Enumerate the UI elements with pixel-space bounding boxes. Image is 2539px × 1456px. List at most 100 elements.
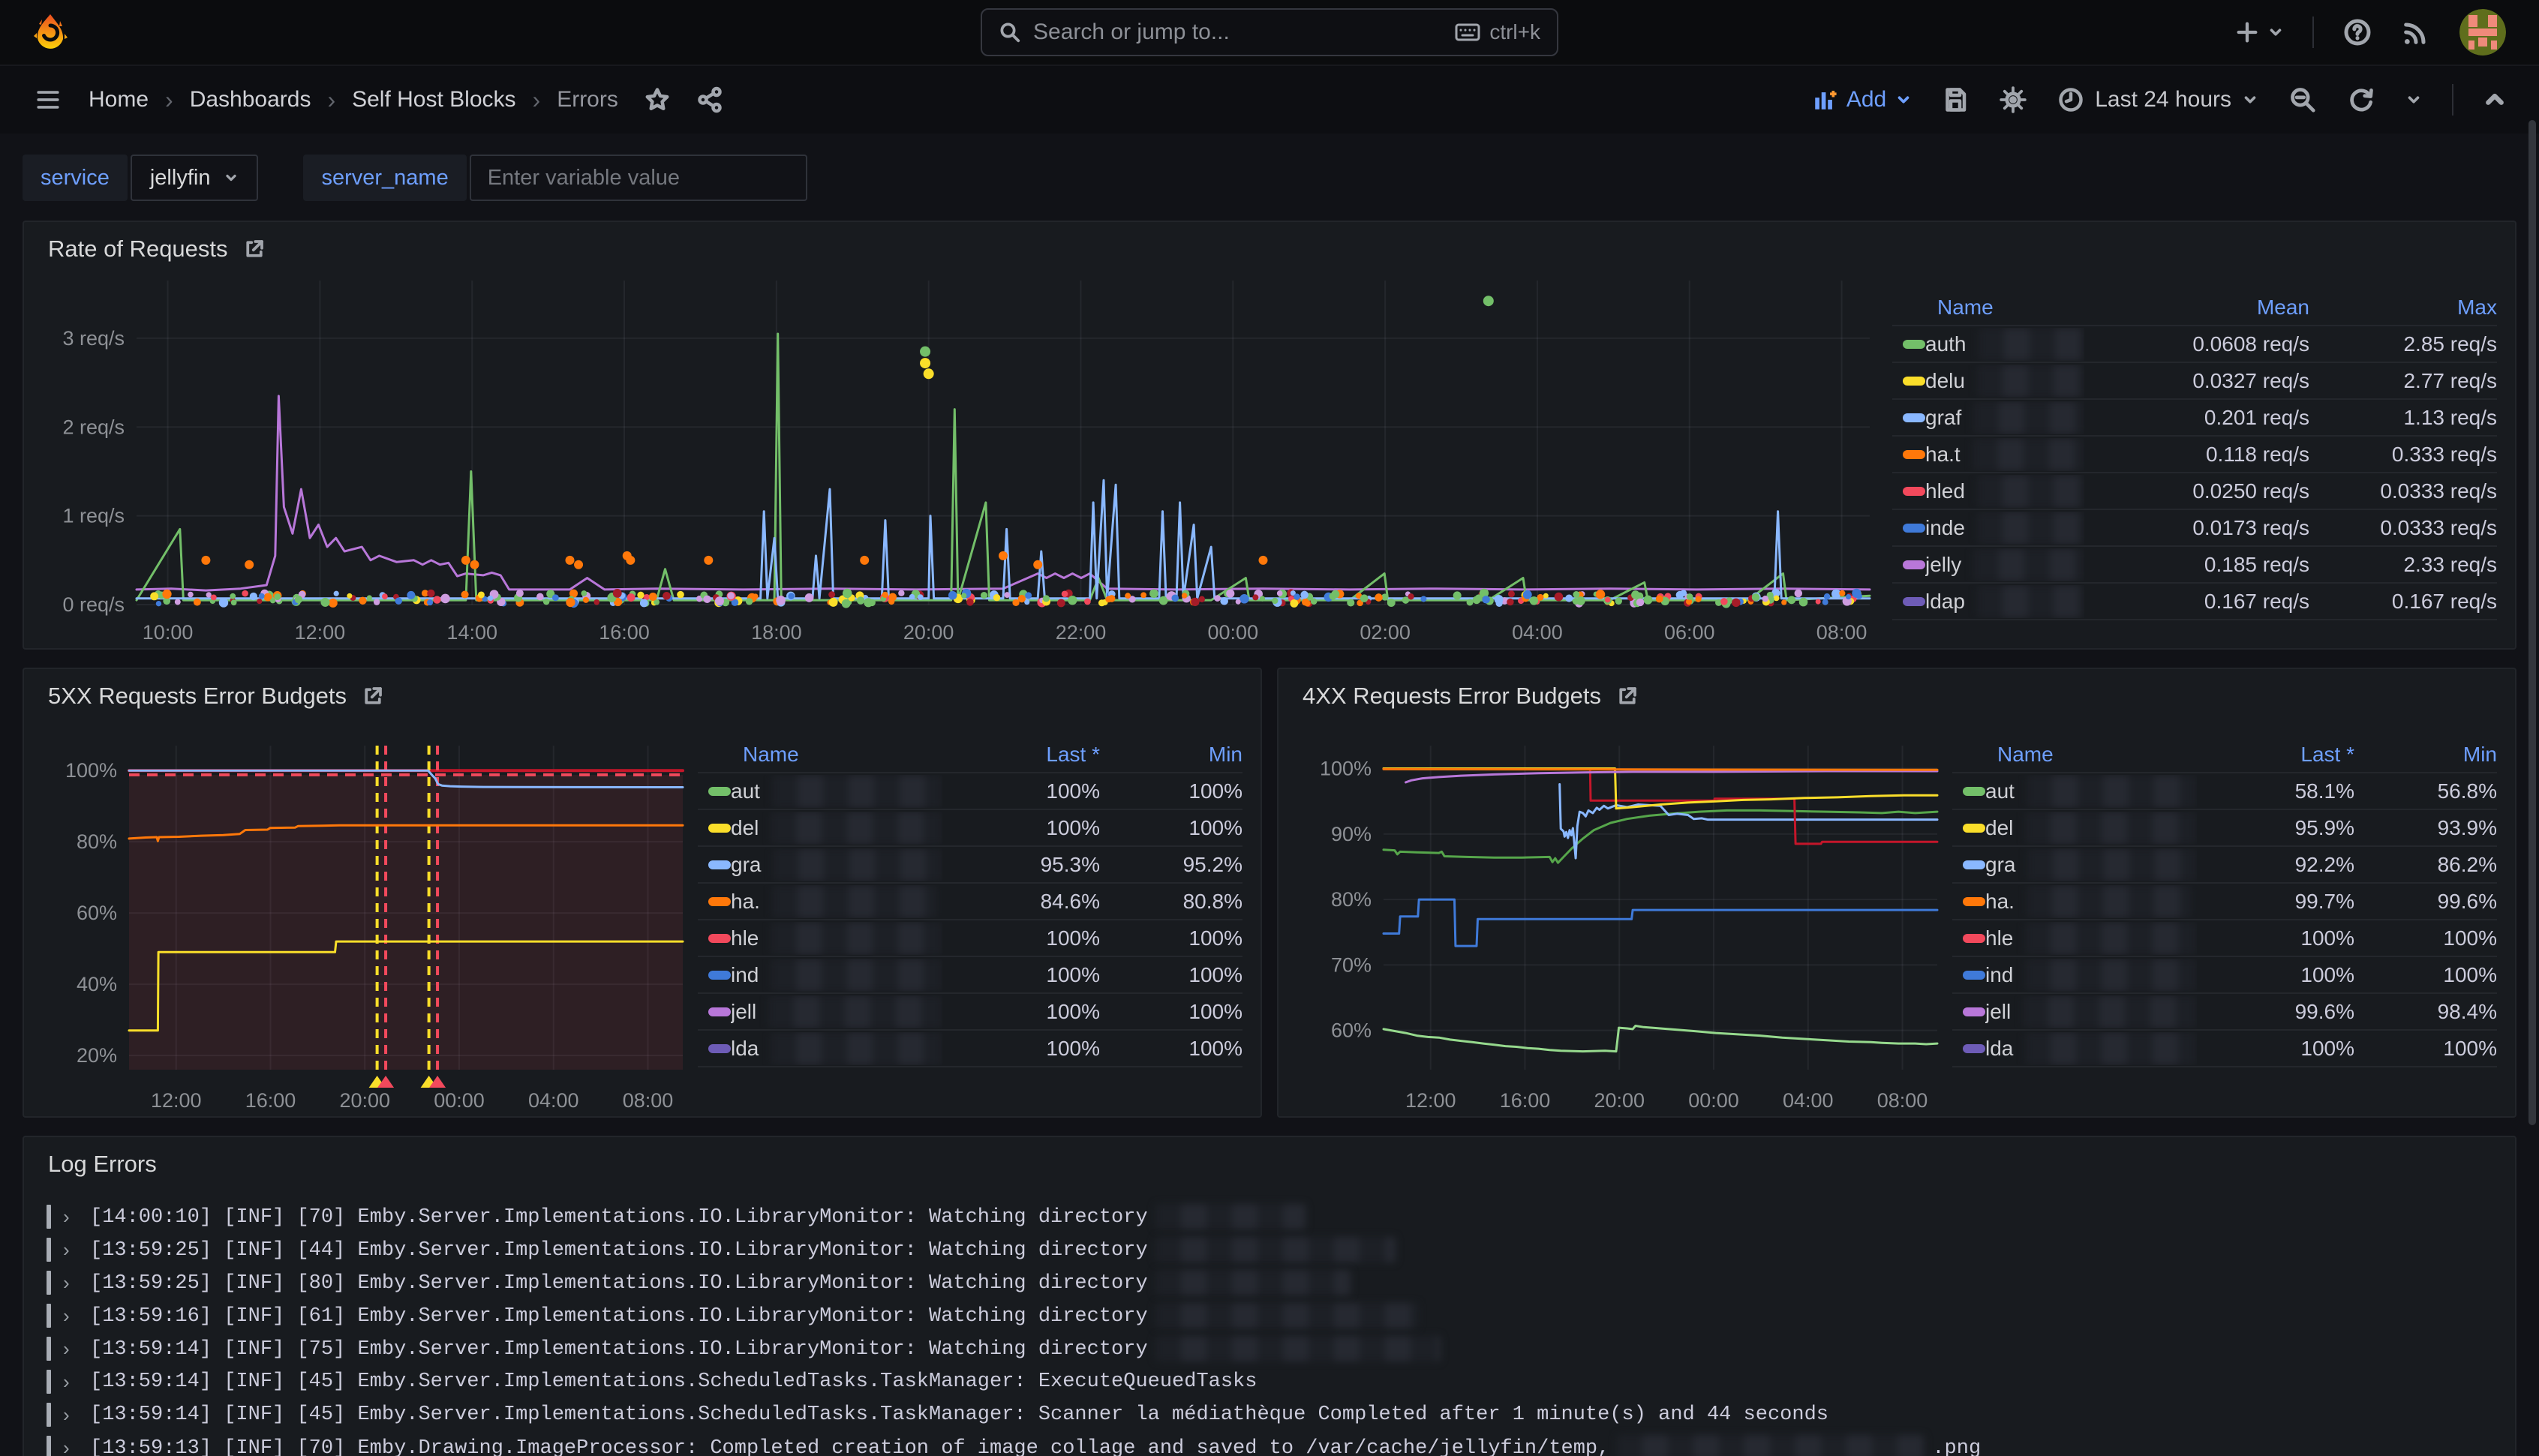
refresh-interval-chevron-icon[interactable]	[2405, 92, 2422, 108]
legend-row[interactable]: hle 100% 100%	[698, 920, 1242, 957]
log-expand-icon[interactable]: ›	[63, 1304, 78, 1328]
save-icon[interactable]	[1942, 86, 1969, 113]
legend-col-mean[interactable]: Mean	[2084, 296, 2309, 320]
rate-of-requests-chart[interactable]: 0 req/s1 req/s2 req/s3 req/s10:0012:0014…	[24, 269, 1885, 648]
breadcrumb-dashboards[interactable]: Dashboards	[190, 87, 311, 113]
redacted-name	[1977, 365, 2084, 398]
grafana-logo-icon[interactable]	[33, 14, 68, 51]
redacted-path	[1155, 1237, 1396, 1262]
add-button[interactable]: Add	[1812, 87, 1912, 113]
legend-row[interactable]: delu 0.0327 req/s 2.77 req/s	[1892, 363, 2497, 400]
help-icon[interactable]	[2342, 17, 2372, 47]
legend-col-last[interactable]: Last *	[942, 743, 1100, 767]
legend-row[interactable]: aut 100% 100%	[698, 773, 1242, 810]
legend-row[interactable]: auth 0.0608 req/s 2.85 req/s	[1892, 326, 2497, 363]
legend-row[interactable]: ha.t 0.118 req/s 0.333 req/s	[1892, 437, 2497, 473]
panel-title[interactable]: 5XX Requests Error Budgets	[48, 683, 347, 710]
legend-col-min[interactable]: Min	[2354, 743, 2497, 767]
legend-col-min[interactable]: Min	[1100, 743, 1242, 767]
menu-icon[interactable]	[33, 87, 63, 113]
news-rss-icon[interactable]	[2401, 17, 2431, 47]
redacted-path	[1155, 1336, 1441, 1361]
4xx-error-budget-chart[interactable]: 60%70%80%90%100%12:0016:0020:0000:0004:0…	[1279, 716, 1945, 1116]
external-link-icon[interactable]	[243, 238, 266, 260]
svg-text:0 req/s: 0 req/s	[62, 593, 125, 616]
series-color-swatch	[708, 824, 731, 833]
variable-service-select[interactable]: jellyfin	[131, 155, 259, 201]
series-color-swatch	[708, 787, 731, 796]
log-row[interactable]: › [13:59:14] [INF] [75] Emby.Server.Impl…	[47, 1332, 2492, 1365]
svg-text:70%: 70%	[1331, 953, 1372, 976]
external-link-icon[interactable]	[362, 685, 384, 707]
redacted-name	[1973, 548, 2084, 581]
legend-row[interactable]: ldap 0.167 req/s 0.167 req/s	[1892, 584, 2497, 620]
time-range-picker[interactable]: Last 24 hours	[2057, 86, 2258, 113]
legend-row[interactable]: ha. 99.7% 99.6%	[1952, 884, 2497, 920]
breadcrumb: Home › Dashboards › Self Host Blocks › E…	[89, 86, 618, 114]
legend-row[interactable]: del 95.9% 93.9%	[1952, 810, 2497, 847]
breadcrumb-home[interactable]: Home	[89, 87, 149, 113]
log-row[interactable]: › [13:59:13] [INF] [70] Emby.Drawing.Ima…	[47, 1431, 2492, 1456]
external-link-icon[interactable]	[1616, 685, 1639, 707]
page-scrollbar[interactable]	[2528, 120, 2536, 1125]
log-level-bar	[47, 1337, 51, 1361]
log-expand-icon[interactable]: ›	[63, 1436, 78, 1456]
legend-row[interactable]: jell 100% 100%	[698, 994, 1242, 1031]
log-expand-icon[interactable]: ›	[63, 1238, 78, 1262]
legend-row[interactable]: lda 100% 100%	[698, 1031, 1242, 1067]
legend-row[interactable]: inde 0.0173 req/s 0.0333 req/s	[1892, 510, 2497, 547]
series-color-swatch	[1903, 524, 1925, 533]
legend-row[interactable]: gra 95.3% 95.2%	[698, 847, 1242, 884]
legend-row[interactable]: jelly 0.185 req/s 2.33 req/s	[1892, 547, 2497, 584]
svg-text:80%: 80%	[77, 830, 117, 853]
refresh-icon[interactable]	[2347, 86, 2375, 114]
legend-row[interactable]: del 100% 100%	[698, 810, 1242, 847]
log-row[interactable]: › [13:59:16] [INF] [61] Emby.Server.Impl…	[47, 1299, 2492, 1332]
legend-row[interactable]: graf 0.201 req/s 1.13 req/s	[1892, 400, 2497, 437]
zoom-out-icon[interactable]	[2288, 86, 2317, 114]
panel-title[interactable]: 4XX Requests Error Budgets	[1303, 683, 1601, 710]
settings-gear-icon[interactable]	[1999, 86, 2027, 114]
legend-row[interactable]: hled 0.0250 req/s 0.0333 req/s	[1892, 473, 2497, 510]
log-row[interactable]: › [13:59:25] [INF] [44] Emby.Server.Impl…	[47, 1233, 2492, 1266]
legend-row[interactable]: gra 92.2% 86.2%	[1952, 847, 2497, 884]
dashboard-toolbar: Home › Dashboards › Self Host Blocks › E…	[0, 66, 2539, 134]
new-button[interactable]	[2234, 20, 2284, 45]
legend-col-name[interactable]: Name	[743, 743, 942, 767]
log-expand-icon[interactable]: ›	[63, 1370, 78, 1394]
panel-title[interactable]: Log Errors	[48, 1151, 157, 1178]
legend-row[interactable]: hle 100% 100%	[1952, 920, 2497, 957]
series-color-swatch	[1903, 377, 1925, 386]
legend-row[interactable]: jell 99.6% 98.4%	[1952, 994, 2497, 1031]
log-expand-icon[interactable]: ›	[63, 1403, 78, 1427]
legend-row[interactable]: lda 100% 100%	[1952, 1031, 2497, 1067]
log-expand-icon[interactable]: ›	[63, 1337, 78, 1361]
breadcrumb-folder[interactable]: Self Host Blocks	[352, 87, 515, 113]
search-input[interactable]: Search or jump to... ctrl+k	[981, 8, 1558, 56]
variable-server-name-input[interactable]	[470, 155, 807, 201]
legend-row[interactable]: ind 100% 100%	[698, 957, 1242, 994]
log-row[interactable]: › [14:00:10] [INF] [70] Emby.Server.Impl…	[47, 1200, 2492, 1233]
5xx-error-budget-chart[interactable]: 20%40%60%80%100%12:0016:0020:0000:0004:0…	[24, 716, 690, 1116]
log-row[interactable]: › [13:59:25] [INF] [80] Emby.Server.Impl…	[47, 1266, 2492, 1299]
log-row[interactable]: › [13:59:14] [INF] [45] Emby.Server.Impl…	[47, 1398, 2492, 1431]
series-color-swatch	[1903, 597, 1925, 606]
legend-row[interactable]: aut 58.1% 56.8%	[1952, 773, 2497, 810]
legend-rows: auth 0.0608 req/s 2.85 req/s delu 0.0327…	[1892, 326, 2497, 620]
log-level-bar	[47, 1436, 51, 1456]
star-icon[interactable]	[644, 86, 671, 113]
collapse-caret-up-icon[interactable]	[2483, 89, 2506, 111]
legend-col-name[interactable]: Name	[1937, 296, 2084, 320]
legend-col-last[interactable]: Last *	[2197, 743, 2354, 767]
panel-title[interactable]: Rate of Requests	[48, 236, 228, 263]
log-expand-icon[interactable]: ›	[63, 1271, 78, 1295]
legend-col-max[interactable]: Max	[2309, 296, 2497, 320]
log-expand-icon[interactable]: ›	[63, 1205, 78, 1229]
legend-row[interactable]: ind 100% 100%	[1952, 957, 2497, 994]
share-icon[interactable]	[696, 86, 723, 113]
legend-row[interactable]: ha. 84.6% 80.8%	[698, 884, 1242, 920]
legend-col-name[interactable]: Name	[1997, 743, 2197, 767]
user-avatar[interactable]	[2459, 9, 2506, 56]
legend-rows: aut 100% 100% del 100% 100%	[698, 773, 1242, 1067]
log-row[interactable]: › [13:59:14] [INF] [45] Emby.Server.Impl…	[47, 1365, 2492, 1398]
